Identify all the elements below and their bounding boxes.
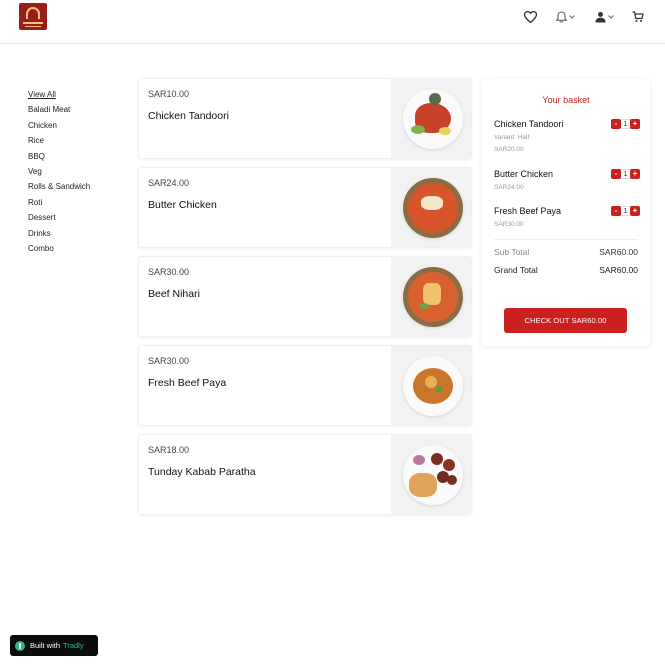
beef-nihari-photo bbox=[391, 257, 471, 336]
decrease-quantity-button[interactable]: - bbox=[611, 206, 621, 216]
category-view-all[interactable]: View All bbox=[28, 87, 128, 102]
product-card[interactable]: SAR30.00 Fresh Beef Paya bbox=[138, 345, 472, 426]
basket-item: Butter Chicken SAR24.00 - 1 + bbox=[494, 169, 640, 191]
built-with-badge[interactable]: Built with Tradly bbox=[10, 635, 98, 656]
subtotal-label: Sub Total bbox=[494, 247, 530, 257]
top-header bbox=[0, 0, 665, 44]
grandtotal-label: Grand Total bbox=[494, 265, 538, 275]
quantity-value: 1 bbox=[621, 119, 630, 129]
product-name: Fresh Beef Paya bbox=[148, 377, 227, 389]
badge-prefix: Built with bbox=[30, 641, 61, 650]
tunday-kabab-paratha-photo bbox=[391, 435, 471, 514]
restaurant-logo-icon[interactable] bbox=[19, 3, 47, 30]
chicken-tandoori-photo bbox=[391, 79, 471, 158]
product-name: Beef Nihari bbox=[148, 288, 200, 300]
category-combo[interactable]: Combo bbox=[28, 241, 128, 256]
product-card[interactable]: SAR10.00 Chicken Tandoori bbox=[138, 78, 472, 159]
category-roti[interactable]: Roti bbox=[28, 195, 128, 210]
category-sidebar: View All Baladi Meat Chicken Rice BBQ Ve… bbox=[28, 87, 128, 256]
chevron-down-icon bbox=[608, 15, 614, 19]
product-price: SAR18.00 bbox=[148, 445, 190, 455]
heart-icon bbox=[524, 11, 537, 23]
category-dessert[interactable]: Dessert bbox=[28, 210, 128, 225]
basket-item-price: SAR24.00 bbox=[494, 184, 524, 191]
quantity-value: 1 bbox=[621, 169, 630, 179]
subtotal-value: SAR60.00 bbox=[599, 247, 638, 257]
product-price: SAR10.00 bbox=[148, 89, 190, 99]
bell-icon bbox=[556, 11, 567, 23]
category-baladi-meat[interactable]: Baladi Meat bbox=[28, 102, 128, 117]
decrease-quantity-button[interactable]: - bbox=[611, 169, 621, 179]
product-card[interactable]: SAR24.00 Butter Chicken bbox=[138, 167, 472, 248]
cart-button[interactable] bbox=[632, 9, 644, 25]
basket-item: Fresh Beef Paya SAR30.00 - 1 + bbox=[494, 206, 640, 228]
basket-item: Chicken Tandoori Variant: Half SAR20.00 … bbox=[494, 119, 640, 153]
notifications-button[interactable] bbox=[556, 9, 575, 25]
cart-icon bbox=[632, 11, 644, 23]
basket-item-price: SAR20.00 bbox=[494, 146, 524, 153]
category-veg[interactable]: Veg bbox=[28, 164, 128, 179]
product-card[interactable]: SAR30.00 Beef Nihari bbox=[138, 256, 472, 337]
product-price: SAR30.00 bbox=[148, 267, 190, 277]
butter-chicken-photo bbox=[391, 168, 471, 247]
checkout-button[interactable]: CHECK OUT SAR60.00 bbox=[504, 308, 627, 333]
product-name: Butter Chicken bbox=[148, 199, 217, 211]
basket-panel: Your basket Chicken Tandoori Variant: Ha… bbox=[482, 79, 650, 346]
tradly-logo-icon bbox=[15, 640, 25, 651]
increase-quantity-button[interactable]: + bbox=[630, 119, 640, 129]
category-rice[interactable]: Rice bbox=[28, 133, 128, 148]
quantity-stepper: - 1 + bbox=[611, 206, 640, 216]
product-name: Chicken Tandoori bbox=[148, 110, 229, 122]
product-card[interactable]: SAR18.00 Tunday Kabab Paratha bbox=[138, 434, 472, 515]
grandtotal-value: SAR60.00 bbox=[599, 265, 638, 275]
product-price: SAR24.00 bbox=[148, 178, 190, 188]
decrease-quantity-button[interactable]: - bbox=[611, 119, 621, 129]
basket-title: Your basket bbox=[542, 95, 590, 105]
increase-quantity-button[interactable]: + bbox=[630, 206, 640, 216]
divider bbox=[494, 239, 638, 240]
category-bbq[interactable]: BBQ bbox=[28, 149, 128, 164]
fresh-beef-paya-photo bbox=[391, 346, 471, 425]
quantity-stepper: - 1 + bbox=[611, 169, 640, 179]
basket-item-variant: Variant: Half bbox=[494, 134, 530, 141]
chevron-down-icon bbox=[569, 15, 575, 19]
account-button[interactable] bbox=[595, 9, 614, 25]
category-drinks[interactable]: Drinks bbox=[28, 226, 128, 241]
category-rolls-sandwich[interactable]: Rolls & Sandwich bbox=[28, 179, 128, 194]
category-chicken[interactable]: Chicken bbox=[28, 118, 128, 133]
product-price: SAR30.00 bbox=[148, 356, 190, 366]
user-icon bbox=[595, 11, 606, 23]
product-name: Tunday Kabab Paratha bbox=[148, 466, 256, 478]
quantity-stepper: - 1 + bbox=[611, 119, 640, 129]
quantity-value: 1 bbox=[621, 206, 630, 216]
wishlist-button[interactable] bbox=[524, 9, 537, 25]
basket-item-price: SAR30.00 bbox=[494, 221, 524, 228]
increase-quantity-button[interactable]: + bbox=[630, 169, 640, 179]
badge-brand: Tradly bbox=[63, 641, 84, 650]
